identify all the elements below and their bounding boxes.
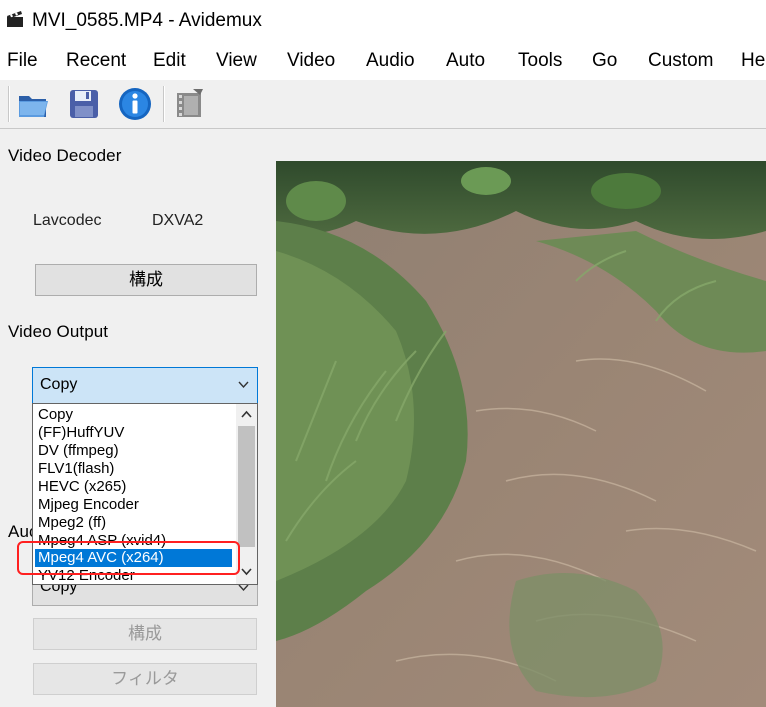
menu-help[interactable]: He xyxy=(741,50,765,72)
dropdown-option[interactable]: FLV1(flash) xyxy=(38,460,114,478)
annotation-highlight-box xyxy=(17,541,240,575)
audio-filter-button[interactable]: フィルタ xyxy=(33,663,257,695)
decoder-hwaccel: DXVA2 xyxy=(152,212,204,229)
dropdown-option[interactable]: Copy xyxy=(38,406,73,424)
toolbar xyxy=(0,80,766,129)
menu-audio[interactable]: Audio xyxy=(366,50,415,72)
chevron-down-icon xyxy=(238,584,249,592)
video-decoder-title: Video Decoder xyxy=(8,146,122,165)
menu-edit[interactable]: Edit xyxy=(153,50,186,72)
dropdown-option[interactable]: HEVC (x265) xyxy=(38,478,126,496)
decoder-configure-button[interactable]: 構成 xyxy=(35,264,257,296)
save-disk-icon[interactable] xyxy=(66,86,102,122)
menu-auto[interactable]: Auto xyxy=(446,50,485,72)
menu-view[interactable]: View xyxy=(216,50,257,72)
video-output-selected: Copy xyxy=(40,376,78,393)
menu-video[interactable]: Video xyxy=(287,50,335,72)
film-filter-icon[interactable] xyxy=(173,86,209,122)
window-title: MVI_0585.MP4 - Avidemux xyxy=(32,10,262,31)
scroll-up-icon[interactable] xyxy=(241,410,252,418)
video-output-select[interactable]: Copy xyxy=(32,367,258,404)
scroll-down-icon[interactable] xyxy=(241,568,252,576)
title-bar: MVI_0585.MP4 - Avidemux xyxy=(0,0,766,42)
menu-custom[interactable]: Custom xyxy=(648,50,713,72)
clapperboard-icon xyxy=(7,11,23,27)
decoder-name: Lavcodec xyxy=(33,212,102,229)
dropdown-option[interactable]: DV (ffmpeg) xyxy=(38,442,119,460)
menu-tools[interactable]: Tools xyxy=(518,50,562,72)
video-output-title: Video Output xyxy=(8,322,109,341)
toolbar-separator xyxy=(163,86,165,122)
menu-bar: File Recent Edit View Video Audio Auto T… xyxy=(0,42,766,80)
chevron-down-icon xyxy=(238,381,249,389)
dropdown-option[interactable]: Mpeg2 (ff) xyxy=(38,514,106,532)
menu-go[interactable]: Go xyxy=(592,50,617,72)
scrollbar-thumb[interactable] xyxy=(238,426,255,547)
audio-configure-button[interactable]: 構成 xyxy=(33,618,257,650)
menu-file[interactable]: File xyxy=(7,50,38,72)
menu-recent[interactable]: Recent xyxy=(66,50,126,72)
dropdown-option[interactable]: (FF)HuffYUV xyxy=(38,424,124,442)
dropdown-option[interactable]: Mjpeg Encoder xyxy=(38,496,139,514)
video-preview[interactable] xyxy=(276,161,766,707)
toolbar-separator xyxy=(8,86,10,122)
info-icon[interactable] xyxy=(117,86,153,122)
open-folder-icon[interactable] xyxy=(16,86,52,122)
video-frame-image xyxy=(276,161,766,707)
